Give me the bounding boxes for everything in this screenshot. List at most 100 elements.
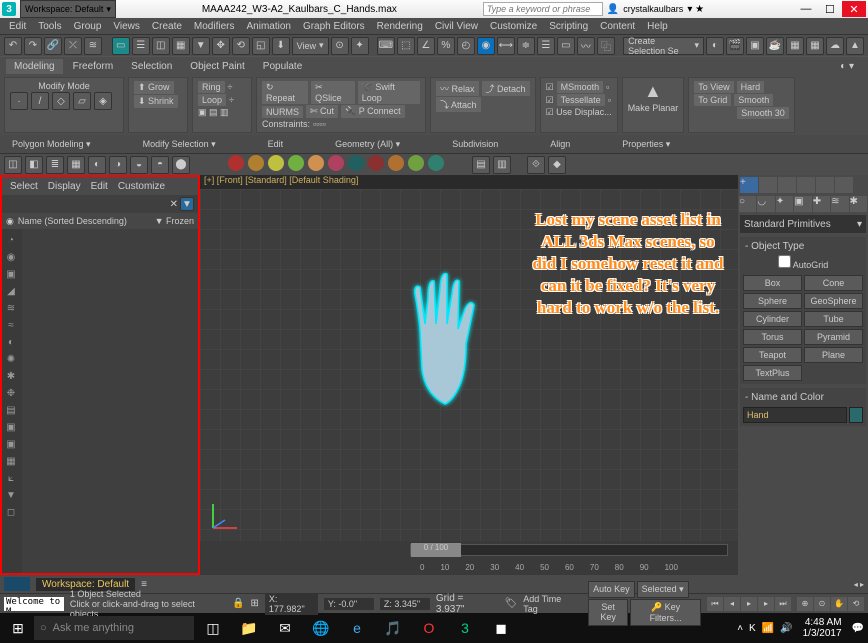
- nurms-button[interactable]: NURMS: [262, 106, 303, 118]
- setkey-button[interactable]: Set Key: [588, 599, 628, 626]
- minimize-button[interactable]: —: [794, 1, 818, 17]
- qa-3[interactable]: ≣: [46, 156, 64, 174]
- border-icon[interactable]: ◇: [52, 92, 70, 110]
- repeat-button[interactable]: ↻ Repeat: [262, 81, 308, 104]
- primitive-plane-button[interactable]: Plane: [804, 347, 863, 363]
- scene-list-empty[interactable]: [22, 229, 198, 573]
- scene-filter-icon-5[interactable]: ≈: [4, 318, 18, 332]
- qa-misc1[interactable]: ⟐: [527, 156, 545, 174]
- taskbar-app-2[interactable]: ✉: [268, 615, 302, 641]
- element-icon[interactable]: ◈: [94, 92, 112, 110]
- cp-display-tab[interactable]: [816, 177, 834, 193]
- unlink-icon[interactable]: ⤫: [64, 37, 82, 55]
- rendered-frame-icon[interactable]: ▣: [746, 37, 764, 55]
- name-color-header[interactable]: - Name and Color: [743, 391, 863, 404]
- redo-icon[interactable]: ↷: [24, 37, 42, 55]
- make-planar-label[interactable]: Make Planar: [628, 103, 679, 113]
- qa-2[interactable]: ◧: [25, 156, 43, 174]
- mini-nav-icon[interactable]: [4, 577, 30, 591]
- qslice-button[interactable]: ✂ QSlice: [311, 81, 355, 104]
- help-search-input[interactable]: [483, 2, 603, 16]
- scene-filter-icon-2[interactable]: ▣: [4, 267, 18, 281]
- menu-tools[interactable]: Tools: [33, 20, 66, 33]
- hard-button[interactable]: Hard: [737, 81, 765, 93]
- toggle-ribbon-icon[interactable]: ▭: [557, 37, 575, 55]
- taskbar-app-4[interactable]: e: [340, 615, 374, 641]
- nav-4-icon[interactable]: ⟲: [848, 597, 864, 611]
- menu-grapheditors[interactable]: Graph Editors: [298, 20, 370, 33]
- msmooth-button[interactable]: MSmooth: [557, 81, 604, 93]
- viewport[interactable]: Lost my scene asset list in ALL 3ds Max …: [200, 189, 738, 541]
- goto-start-icon[interactable]: ⏮: [707, 597, 723, 611]
- layers-icon[interactable]: ☰: [537, 37, 555, 55]
- vertex-icon[interactable]: ·: [10, 92, 28, 110]
- menu-create[interactable]: Create: [147, 20, 187, 33]
- scene-filter-icon-16[interactable]: ◻: [4, 505, 18, 519]
- quickball-8[interactable]: [388, 155, 404, 171]
- primitive-sphere-button[interactable]: Sphere: [743, 293, 802, 309]
- maximize-button[interactable]: ☐: [818, 1, 842, 17]
- quickball-3[interactable]: [288, 155, 304, 171]
- angsnap-icon[interactable]: ∠: [417, 37, 435, 55]
- prev-frame-icon[interactable]: ◂: [724, 597, 740, 611]
- rf-subdiv[interactable]: Subdivision: [446, 138, 504, 150]
- primitive-torus-button[interactable]: Torus: [743, 329, 802, 345]
- autogrid-checkbox[interactable]: [778, 255, 791, 268]
- menu-group[interactable]: Group: [69, 20, 107, 33]
- ribbon-tab-modeling[interactable]: Modeling: [6, 59, 63, 74]
- scale-icon[interactable]: ◱: [252, 37, 270, 55]
- ring-button[interactable]: Ring: [198, 81, 225, 93]
- toview-button[interactable]: To View: [694, 81, 733, 93]
- select-icon[interactable]: ▭: [112, 37, 130, 55]
- scene-filter-icon-7[interactable]: ✺: [4, 352, 18, 366]
- signin-label[interactable]: crystalkaulbars: [623, 4, 683, 14]
- primitive-category-dropdown[interactable]: Standard Primitives▾: [740, 215, 866, 233]
- scene-filter-icon-9[interactable]: ❉: [4, 386, 18, 400]
- rf-geometry[interactable]: Geometry (All) ▾: [329, 138, 406, 151]
- workspace-dropdown[interactable]: Workspace: Default ▾: [20, 0, 116, 18]
- select-region-icon[interactable]: ◫: [152, 37, 170, 55]
- cortana-search[interactable]: ○ Ask me anything: [34, 616, 194, 640]
- time-slider[interactable]: 0 / 100: [410, 544, 728, 556]
- cp-modify-tab[interactable]: [759, 177, 777, 193]
- rf-edit[interactable]: Edit: [262, 138, 290, 150]
- pctsnap-icon[interactable]: %: [437, 37, 455, 55]
- viewport-label[interactable]: [+] [Front] [Standard] [Default Shading]: [200, 175, 738, 189]
- scene-menu-edit[interactable]: Edit: [87, 180, 112, 193]
- taskbar-app-6[interactable]: O: [412, 615, 446, 641]
- cp-space-icon[interactable]: ≋: [831, 196, 848, 212]
- scene-filter-icon-13[interactable]: ▦: [4, 454, 18, 468]
- menu-edit[interactable]: Edit: [4, 20, 31, 33]
- scene-filter-icon-6[interactable]: ◐: [4, 335, 18, 349]
- time-ruler[interactable]: 0102030405060708090100: [200, 559, 738, 575]
- render-activeshade-icon[interactable]: ▦: [806, 37, 824, 55]
- menu-animation[interactable]: Animation: [241, 20, 295, 33]
- cut-button[interactable]: ✄ Cut: [306, 105, 338, 118]
- primitive-geosphere-button[interactable]: GeoSphere: [804, 293, 863, 309]
- maxscript-mini[interactable]: Welcome to M: [4, 597, 64, 611]
- start-button[interactable]: ⊞: [4, 615, 32, 641]
- tray-up-icon[interactable]: ˄: [737, 623, 743, 634]
- menu-views[interactable]: Views: [108, 20, 145, 33]
- ribbon-tab-selection[interactable]: Selection: [123, 59, 180, 74]
- qa-5[interactable]: ◐: [88, 156, 106, 174]
- cp-hierarchy-tab[interactable]: [778, 177, 796, 193]
- taskbar-app-8[interactable]: ◼: [484, 615, 518, 641]
- render-iter-icon[interactable]: ▦: [786, 37, 804, 55]
- cp-utilities-tab[interactable]: [835, 177, 853, 193]
- rf-polymodel[interactable]: Polygon Modeling ▾: [6, 138, 97, 151]
- primitive-box-button[interactable]: Box: [743, 275, 802, 291]
- render-prod-icon[interactable]: ☕: [766, 37, 784, 55]
- time-slider-handle[interactable]: 0 / 100: [411, 543, 461, 557]
- scene-bullet-icon[interactable]: ◉: [6, 216, 14, 227]
- scene-filter-icon-0[interactable]: ◔: [4, 233, 18, 247]
- primitive-tube-button[interactable]: Tube: [804, 311, 863, 327]
- object-color-swatch[interactable]: [849, 407, 863, 423]
- coord-z[interactable]: Z: 3.345": [380, 598, 430, 610]
- mirror-icon[interactable]: ⟷: [497, 37, 515, 55]
- named-sel-icon[interactable]: ◉: [477, 37, 495, 55]
- taskbar-app-1[interactable]: 📁: [232, 615, 266, 641]
- tray-k-icon[interactable]: K: [749, 623, 756, 634]
- scene-filter-icon-12[interactable]: ▣: [4, 437, 18, 451]
- quickball-7[interactable]: [368, 155, 384, 171]
